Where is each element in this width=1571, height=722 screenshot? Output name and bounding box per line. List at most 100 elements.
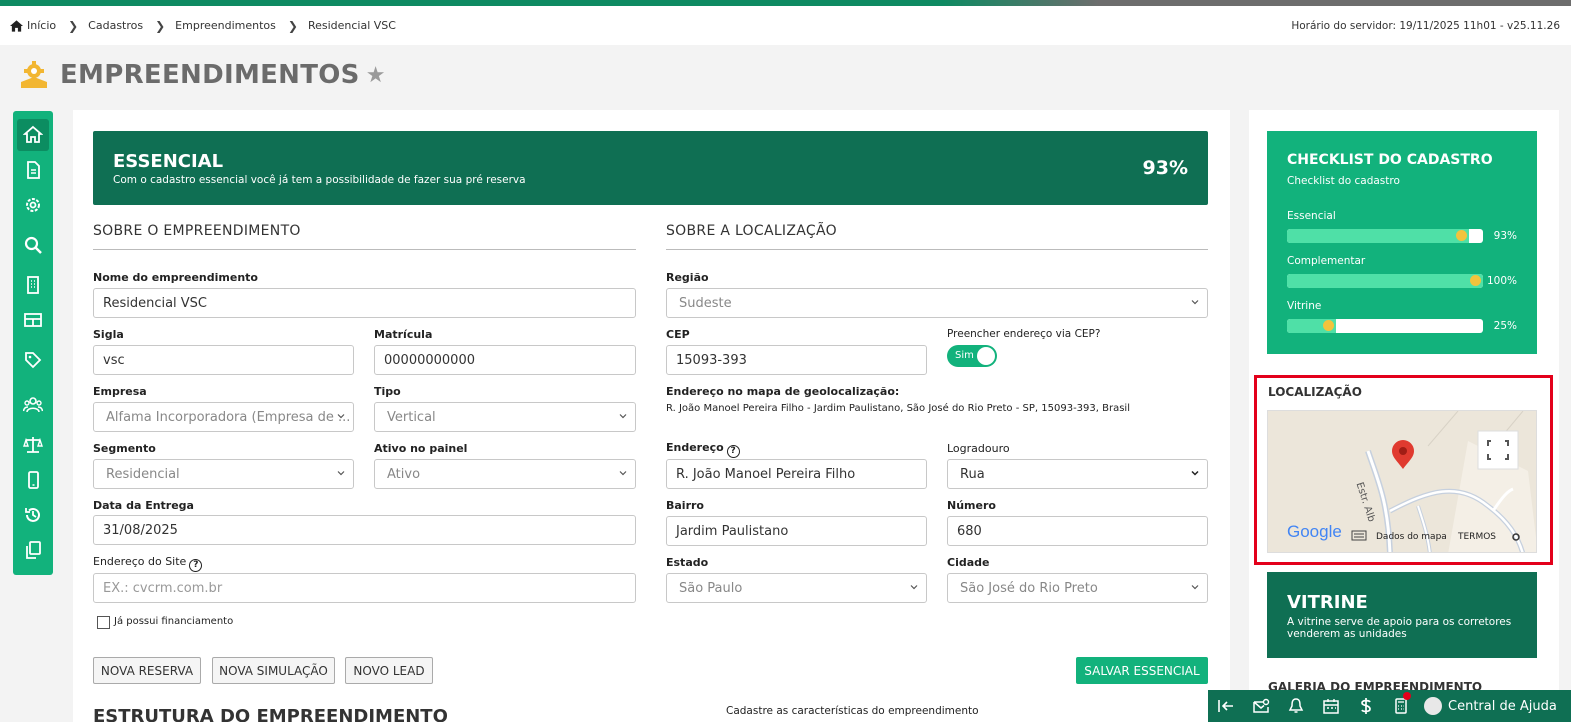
financiamento-checkbox[interactable] — [97, 616, 110, 629]
matricula-label: Matrícula — [374, 328, 433, 341]
chevron-down-icon — [1191, 585, 1199, 590]
matricula-input[interactable]: 00000000000 — [374, 345, 636, 375]
notification-dot — [1403, 692, 1411, 700]
endereco-input[interactable]: R. João Manoel Pereira Filho — [666, 459, 927, 489]
bell-icon[interactable] — [1278, 690, 1313, 722]
data-entrega-input[interactable]: 31/08/2025 — [93, 515, 636, 545]
cidade-select[interactable]: São José do Rio Preto — [947, 573, 1208, 603]
chevron-down-icon — [619, 414, 627, 419]
chevron-down-icon — [1191, 470, 1199, 476]
chevron-right-icon: ❯ — [155, 18, 166, 33]
logradouro-value: Rua — [960, 466, 985, 482]
segmento-select[interactable]: Residencial — [93, 459, 354, 489]
progress-fill — [1287, 229, 1470, 243]
side-nav — [13, 111, 53, 575]
breadcrumb-item-cadastros[interactable]: Cadastros — [88, 19, 143, 32]
ativo-select[interactable]: Ativo — [374, 459, 636, 489]
nav-building-icon[interactable] — [17, 269, 49, 301]
progress-bar-vitrine — [1287, 319, 1483, 333]
building-gear-icon — [21, 61, 47, 88]
nav-search-icon[interactable] — [17, 229, 49, 261]
main-form-card: ESSENCIAL Com o cadastro essencial você … — [73, 110, 1230, 722]
breadcrumb-item-inicio[interactable]: Início — [27, 19, 56, 32]
nav-home-icon[interactable] — [17, 119, 49, 151]
help-center-label: Central de Ajuda — [1448, 698, 1557, 714]
chevron-down-icon — [1191, 300, 1199, 305]
help-icon[interactable]: ? — [726, 445, 740, 458]
nav-history-icon[interactable] — [17, 499, 49, 531]
checklist-label-vitrine: Vitrine — [1287, 300, 1322, 312]
endereco-label-text: Endereço — [666, 441, 724, 454]
server-time: Horário do servidor: 19/11/2025 11h01 - … — [1291, 20, 1560, 32]
regiao-select[interactable]: Sudeste — [666, 288, 1208, 318]
nav-scale-icon[interactable] — [17, 429, 49, 461]
data-entrega-label: Data da Entrega — [93, 499, 194, 512]
chevron-down-icon — [337, 471, 345, 476]
site-input[interactable]: EX.: cvcrm.com.br — [93, 573, 636, 603]
calendar-icon[interactable] — [1313, 690, 1348, 722]
sigla-label: Sigla — [93, 328, 124, 341]
bairro-input[interactable]: Jardim Paulistano — [666, 516, 927, 546]
numero-input[interactable]: 680 — [947, 516, 1208, 546]
collapse-icon[interactable] — [1208, 690, 1243, 722]
location-map[interactable]: Estr. Alb Google Dados do mapa TERMOS — [1267, 410, 1537, 553]
via-cep-label: Preencher endereço via CEP? — [947, 328, 1101, 340]
nav-copy-icon[interactable] — [17, 534, 49, 566]
help-icon[interactable]: ? — [189, 559, 203, 572]
site-label: Endereço do Site? — [93, 555, 203, 572]
estado-select[interactable]: São Paulo — [666, 573, 927, 603]
map-data-link[interactable]: Dados do mapa — [1376, 532, 1447, 542]
essencial-banner: ESSENCIAL Com o cadastro essencial você … — [93, 131, 1208, 205]
nome-input[interactable]: Residencial VSC — [93, 288, 636, 318]
home-icon — [10, 19, 23, 32]
nova-simulacao-button[interactable]: NOVA SIMULAÇÃO — [212, 657, 335, 684]
empresa-label: Empresa — [93, 385, 147, 398]
help-center-button[interactable]: Central de Ajuda — [1424, 697, 1557, 715]
geo-address: R. João Manoel Pereira Filho - Jardim Pa… — [666, 403, 1130, 414]
progress-bar-essencial — [1287, 229, 1483, 243]
nav-table-icon[interactable] — [17, 304, 49, 336]
checklist-label-complementar: Complementar — [1287, 255, 1366, 267]
via-cep-toggle[interactable]: Sim — [947, 345, 997, 367]
nav-mobile-icon[interactable] — [17, 464, 49, 496]
google-logo: Google — [1287, 522, 1342, 541]
breadcrumb-home[interactable]: Início — [10, 19, 56, 32]
localizacao-title: LOCALIZAÇÃO — [1268, 385, 1362, 399]
favorite-star-icon[interactable]: ★ — [366, 63, 386, 88]
page-title: EMPREENDIMENTOS — [60, 60, 360, 90]
novo-lead-button[interactable]: NOVO LEAD — [345, 657, 433, 684]
checklist-percent-complementar: 100% — [1486, 275, 1517, 287]
tipo-select[interactable]: Vertical — [374, 402, 636, 432]
bairro-label: Bairro — [666, 499, 704, 512]
logradouro-select[interactable]: Rua — [947, 459, 1208, 489]
page-header: EMPREENDIMENTOS ★ — [18, 60, 385, 90]
sigla-input[interactable]: vsc — [93, 345, 354, 375]
cidade-label: Cidade — [947, 556, 990, 569]
section-divider — [93, 249, 636, 250]
breadcrumb-item-empreendimentos[interactable]: Empreendimentos — [175, 19, 276, 32]
chat-help-icon — [1424, 697, 1442, 715]
mail-star-icon[interactable] — [1243, 690, 1278, 722]
empresa-select[interactable]: Alfama Incorporadora (Empresa de ... — [93, 402, 354, 432]
emoji-icon — [1323, 320, 1334, 331]
cep-input[interactable]: 15093-393 — [666, 345, 927, 375]
breadcrumb-item-current: Residencial VSC — [307, 19, 396, 32]
tipo-label: Tipo — [374, 385, 401, 398]
nav-users-icon[interactable] — [17, 389, 49, 421]
nav-document-icon[interactable] — [17, 154, 49, 186]
salvar-essencial-button[interactable]: SALVAR ESSENCIAL — [1076, 657, 1208, 684]
numero-label: Número — [947, 499, 996, 512]
nav-settings-icon[interactable] — [17, 189, 49, 221]
checklist-percent-vitrine: 25% — [1493, 320, 1517, 332]
endereco-label: Endereço? — [666, 441, 740, 458]
right-panel: CHECKLIST DO CADASTRO Checklist do cadas… — [1249, 110, 1559, 722]
nova-reserva-button[interactable]: NOVA RESERVA — [93, 657, 201, 684]
nav-tag-icon[interactable] — [17, 344, 49, 376]
map-terms-link[interactable]: TERMOS — [1458, 532, 1496, 542]
dollar-icon[interactable] — [1348, 690, 1383, 722]
estrutura-subtitle: Cadastre as características do empreendi… — [726, 705, 979, 717]
progress-fill — [1287, 274, 1483, 288]
checklist-label-essencial: Essencial — [1287, 210, 1336, 222]
calculator-icon[interactable] — [1383, 690, 1418, 722]
geo-label: Endereço no mapa de geolocalização: — [666, 385, 900, 398]
